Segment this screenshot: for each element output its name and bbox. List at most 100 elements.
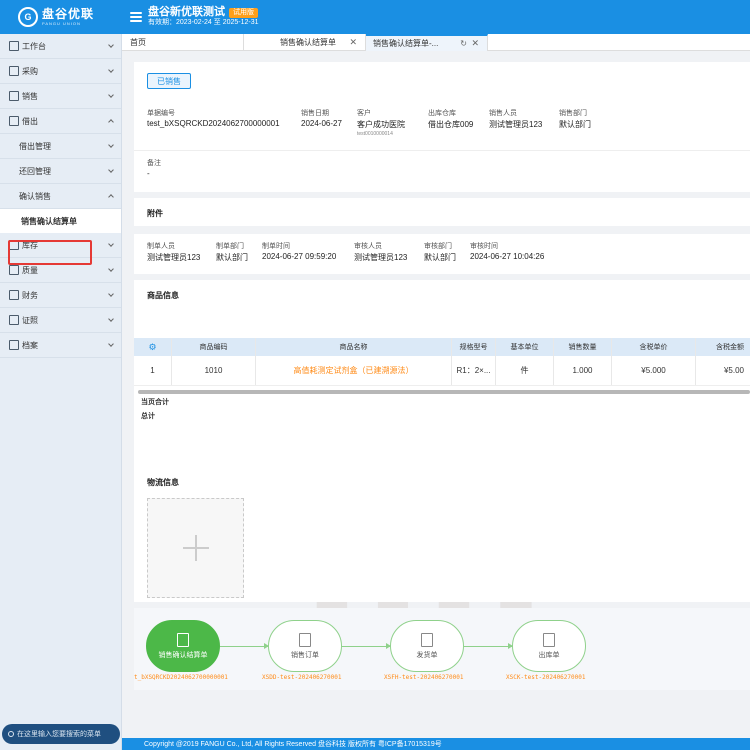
customer-value: 客户成功医院: [357, 120, 405, 129]
maker-dept-value: 默认部门: [216, 253, 248, 262]
logo: G 盘谷优联 PANGU UNION: [0, 0, 122, 34]
upload-button[interactable]: [147, 498, 244, 598]
menu-search-input[interactable]: 在这里输入您要搜索的菜单: [2, 724, 120, 744]
doc-no-value: test_bXSQRCKD2024062700000001: [147, 119, 280, 128]
footer: Copyright @2019 FANGU Co., Ltd, All Righ…: [122, 738, 750, 750]
chevron-down-icon: [108, 67, 114, 73]
maker-label: 制单人员: [147, 243, 175, 250]
sidebar-item-return-manage[interactable]: 还回管理: [0, 159, 121, 184]
chevron-down-icon: [108, 266, 114, 272]
settings-icon[interactable]: ⚙: [134, 338, 172, 356]
remark-label: 备注: [147, 160, 161, 167]
menu-toggle-icon[interactable]: [130, 12, 142, 22]
col-header-unit: 基本单位: [496, 338, 554, 356]
sidebar-item-finance[interactable]: 财务: [0, 283, 121, 308]
row-amount: ¥5.00: [723, 366, 744, 375]
salesperson-label: 销售人员: [489, 110, 517, 117]
highlight-box: [8, 240, 92, 265]
sidebar-item-license[interactable]: 证照: [0, 308, 121, 333]
row-code: 1010: [172, 356, 256, 385]
document-icon: [177, 632, 189, 647]
col-header-price: 含税单价: [612, 338, 696, 356]
make-time-label: 制单时间: [262, 243, 290, 250]
folder-icon: [9, 340, 19, 350]
flow-code-sales-order[interactable]: XSDD-test-202406270001: [262, 674, 341, 681]
auditor-label: 审核人员: [354, 243, 382, 250]
refresh-icon[interactable]: ↻: [460, 39, 467, 48]
goods-title: 商品信息: [147, 291, 179, 300]
sales-icon: [9, 91, 19, 101]
remark-value: -: [147, 169, 150, 178]
search-icon: [8, 731, 14, 737]
flow-code-delivery[interactable]: XSFH-test-202406270001: [384, 674, 463, 681]
grand-total-label: 总计: [141, 413, 155, 420]
audit-card: 制单人员测试管理员123 制单部门默认部门 制单时间 2024-06-27 09:…: [134, 234, 750, 274]
close-icon[interactable]: ✕: [471, 38, 479, 49]
flow-node-outbound[interactable]: 出库单: [512, 620, 586, 672]
home-icon: [9, 41, 19, 51]
tab-settlement-list[interactable]: 销售确认结算单 ✕: [244, 34, 366, 51]
close-icon[interactable]: ✕: [349, 37, 357, 48]
sidebar-item-workbench[interactable]: 工作台: [0, 34, 121, 59]
tab-settlement-detail[interactable]: 销售确认结算单-... ↻ ✕: [366, 34, 488, 51]
flow-arrow: [220, 643, 269, 649]
flow-node-label: 发货单: [416, 651, 438, 659]
sidebar-item-archive[interactable]: 档案: [0, 333, 121, 358]
flow-arrow: [342, 643, 391, 649]
sidebar-item-sales[interactable]: 销售: [0, 84, 121, 109]
col-header-name: 商品名称: [256, 338, 452, 356]
logo-subtext: PANGU UNION: [42, 21, 81, 26]
sidebar-item-label: 借出: [22, 116, 38, 126]
lending-icon: [9, 116, 19, 126]
flow-code-settlement[interactable]: t_bXSQRCKD2024062700000001: [134, 674, 228, 681]
table-scrollbar[interactable]: [138, 390, 750, 394]
tab-home[interactable]: 首页: [122, 34, 244, 51]
dept-label: 销售部门: [559, 110, 587, 117]
page-total-label: 当页合计: [141, 399, 169, 406]
sidebar-item-label: 采购: [22, 66, 38, 76]
sidebar-item-confirm-sales[interactable]: 确认销售: [0, 184, 121, 209]
main-content: 盘 已销售 单据编号test_bXSQRCKD2024062700000001 …: [134, 62, 750, 750]
flow-node-delivery[interactable]: 发货单: [390, 620, 464, 672]
dept-value: 默认部门: [559, 120, 591, 129]
flow-node-settlement[interactable]: 销售确认结算单: [146, 620, 220, 672]
chevron-down-icon: [108, 316, 114, 322]
flow-node-label: 销售订单: [291, 651, 319, 659]
finance-icon: [9, 290, 19, 300]
sidebar-item-label: 证照: [22, 315, 38, 325]
make-time-value: 2024-06-27 09:59:20: [262, 252, 337, 261]
license-icon: [9, 315, 19, 325]
chevron-down-icon: [108, 92, 114, 98]
row-product-name[interactable]: 高值耗测定试剂盒（已建溯源法）: [256, 356, 452, 385]
chevron-down-icon: [108, 142, 114, 148]
sidebar-item-purchase[interactable]: 采购: [0, 59, 121, 84]
row-price: ¥5.000: [612, 356, 696, 385]
col-header-spec: 规格型号: [452, 338, 496, 356]
tab-label: 销售确认结算单: [280, 38, 336, 47]
salesperson-value: 测试管理员123: [489, 120, 543, 129]
audit-dept-value: 默认部门: [424, 253, 456, 262]
sidebar-item-lend-manage[interactable]: 借出管理: [0, 134, 121, 159]
flow-arrow: [464, 643, 513, 649]
sidebar-item-label: 工作台: [22, 41, 46, 51]
sidebar-item-label: 销售确认结算单: [21, 216, 77, 226]
table-row[interactable]: 1 1010 高值耗测定试剂盒（已建溯源法） R1：2×... 件 1.000 …: [134, 356, 750, 386]
flow-node-label: 销售确认结算单: [158, 651, 208, 659]
table-header: ⚙ 商品编码 商品名称 规格型号 基本单位 销售数量 含税单价 含税金额: [134, 338, 750, 356]
warehouse-label: 出库仓库: [428, 110, 456, 117]
sidebar-item-lending[interactable]: 借出: [0, 109, 121, 134]
chevron-down-icon: [108, 42, 114, 48]
tab-label: 销售确认结算单-...: [373, 39, 439, 48]
chevron-up-icon: [108, 119, 114, 125]
top-bar: G 盘谷优联 PANGU UNION 盘谷新优联测试 试用版 有效期：2023-…: [0, 0, 750, 34]
logo-text: 盘谷优联: [42, 7, 95, 21]
flow-node-sales-order[interactable]: 销售订单: [268, 620, 342, 672]
divider: [134, 150, 750, 151]
sidebar-item-settlement[interactable]: 销售确认结算单: [0, 209, 121, 233]
maker-dept-label: 制单部门: [216, 243, 244, 250]
sidebar-item-label: 确认销售: [19, 191, 51, 201]
auditor-value: 测试管理员123: [354, 253, 408, 262]
order-icon: [299, 632, 311, 647]
flow-code-outbound[interactable]: XSCK-test-202406270001: [506, 674, 585, 681]
logistics-title: 物流信息: [147, 478, 179, 487]
